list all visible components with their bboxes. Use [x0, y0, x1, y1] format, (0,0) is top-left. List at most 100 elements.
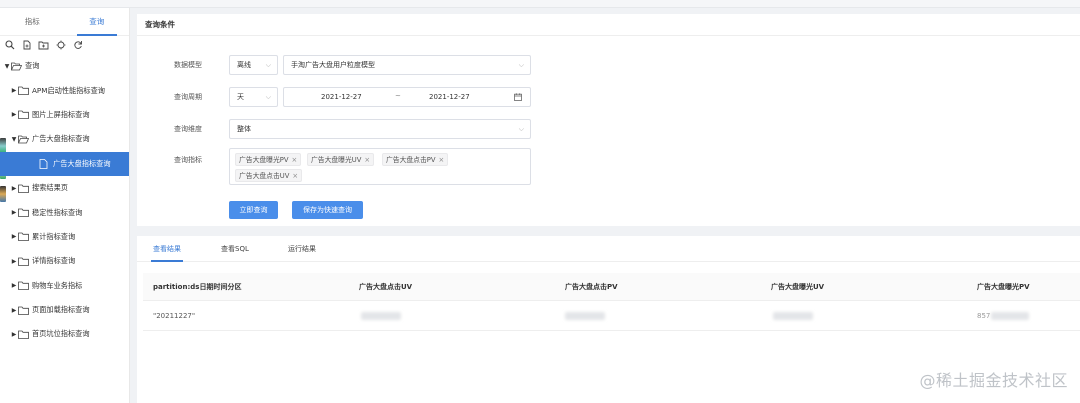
query-now-button[interactable]: 立即查询 — [229, 201, 278, 219]
tree-folder-pageload[interactable]: ▶ 页面加载指标查询 — [0, 298, 129, 322]
new-folder-icon[interactable] — [38, 40, 49, 51]
column-header: 广告大盘点击PV — [565, 283, 618, 291]
caret-right-icon[interactable]: ▶ — [10, 307, 18, 314]
close-icon[interactable]: × — [439, 156, 445, 164]
chevron-down-icon: ⌵ — [265, 93, 271, 101]
tree-folder-detail[interactable]: ▶ 详情指标查询 — [0, 249, 129, 273]
date-separator: ~ — [395, 92, 401, 100]
folder-icon — [18, 184, 29, 193]
caret-right-icon[interactable]: ▶ — [10, 331, 18, 338]
tree-label: 广告大盘指标查询 — [32, 134, 90, 144]
caret-down-icon[interactable]: ▼ — [10, 136, 18, 143]
sidebar: 指标 查询 ▼ 查询 ▶ APM启动性能指标查询 ▶ 图片上屏指标查询 ▼ 广告… — [0, 8, 130, 403]
metrics-multiselect[interactable]: 广告大盘曝光PV × 广告大盘曝光UV × 广告大盘点击PV × 广告大盘点击UV × — [229, 148, 531, 185]
chevron-down-icon: ⌵ — [518, 61, 524, 69]
tree-label: 图片上屏指标查询 — [32, 109, 90, 119]
close-icon[interactable]: × — [292, 172, 298, 180]
date-start: 2021-12-27 — [321, 93, 362, 101]
dimension-value: 整体 — [237, 125, 251, 133]
tree-label: 查询 — [25, 61, 40, 71]
tree-label: 稳定性指标查询 — [32, 207, 83, 217]
tree-file-ad-selected[interactable]: 广告大盘指标查询 — [0, 151, 129, 176]
caret-right-icon[interactable]: ▶ — [10, 87, 18, 94]
tree-folder-search[interactable]: ▶ 搜索结果页 — [0, 176, 129, 200]
model-mode-value: 离线 — [237, 61, 251, 69]
metric-tag: 广告大盘曝光UV × — [307, 153, 375, 166]
folder-open-icon — [11, 62, 22, 71]
caret-right-icon[interactable]: ▶ — [10, 185, 18, 192]
save-quick-query-button[interactable]: 保存为快速查询 — [292, 201, 363, 219]
watermark: @稀土掘金技术社区 — [919, 371, 1068, 390]
folder-open-icon — [18, 135, 29, 144]
refresh-icon[interactable] — [72, 40, 83, 51]
tree-folder-homeslot[interactable]: ▶ 首页坑位指标查询 — [0, 322, 129, 346]
column-header: 广告大盘曝光PV — [977, 283, 1030, 291]
query-tree: ▼ 查询 ▶ APM启动性能指标查询 ▶ 图片上屏指标查询 ▼ 广告大盘指标查询… — [0, 54, 129, 347]
tree-label: 页面加载指标查询 — [32, 305, 90, 315]
tree-folder-cart[interactable]: ▶ 购物车业务指标 — [0, 274, 129, 298]
partition-cell: "20211227" — [153, 312, 196, 320]
dimension-select[interactable]: 整体 ⌵ — [229, 119, 531, 139]
date-range-picker[interactable]: 2021-12-27 ~ 2021-12-27 — [283, 87, 531, 107]
table-header: partition:ds日期时间分区 广告大盘点击UV 广告大盘点击PV 广告大… — [143, 273, 1080, 301]
table-row: "20211227" 857 — [143, 301, 1080, 331]
caret-down-icon[interactable]: ▼ — [3, 63, 11, 70]
tab-view-result[interactable]: 查看结果 — [151, 236, 183, 262]
period-label: 查询周期 — [174, 93, 202, 101]
blurred-value — [361, 312, 401, 320]
period-unit-select[interactable]: 天 ⌵ — [229, 87, 278, 107]
metric-tag: 广告大盘点击PV × — [382, 153, 449, 166]
close-icon[interactable]: × — [364, 156, 370, 164]
folder-icon — [18, 306, 29, 315]
folder-icon — [18, 232, 29, 242]
folder-icon — [18, 110, 29, 120]
tree-label: 广告大盘指标查询 — [53, 158, 111, 168]
partial-value-cell: 857 — [977, 312, 991, 320]
tree-folder-apm[interactable]: ▶ APM启动性能指标查询 — [0, 78, 129, 102]
locate-icon[interactable] — [55, 40, 66, 51]
folder-icon — [18, 208, 29, 217]
folder-icon — [18, 86, 29, 95]
tree-folder-ad[interactable]: ▼ 广告大盘指标查询 — [0, 127, 129, 151]
search-icon[interactable] — [4, 40, 15, 51]
caret-right-icon[interactable]: ▶ — [10, 209, 18, 216]
tab-metrics[interactable]: 指标 — [0, 8, 65, 35]
tree-folder-stability[interactable]: ▶ 稳定性指标查询 — [0, 200, 129, 224]
dimension-label: 查询维度 — [174, 125, 202, 133]
tab-query[interactable]: 查询 — [65, 8, 130, 36]
metric-tag: 广告大盘曝光PV × — [235, 153, 302, 166]
close-icon[interactable]: × — [292, 156, 298, 164]
folder-icon — [18, 281, 29, 291]
metric-tag-label: 广告大盘曝光UV — [311, 156, 362, 164]
metric-tag: 广告大盘点击UV × — [235, 169, 303, 182]
folder-icon — [18, 330, 29, 339]
folder-icon — [18, 257, 29, 266]
new-file-icon[interactable] — [21, 40, 32, 51]
period-unit-value: 天 — [237, 93, 244, 101]
chevron-down-icon: ⌵ — [518, 125, 524, 133]
top-strip — [0, 0, 1080, 8]
tree-label: 搜索结果页 — [32, 183, 68, 193]
model-mode-select[interactable]: 离线 ⌵ — [229, 55, 278, 75]
calendar-icon[interactable] — [514, 93, 522, 103]
tree-folder-image[interactable]: ▶ 图片上屏指标查询 — [0, 103, 129, 127]
column-header: partition:ds日期时间分区 — [153, 283, 242, 291]
tab-run-result[interactable]: 运行结果 — [288, 236, 316, 262]
query-panel: 查询条件 数据模型 离线 ⌵ 手淘广告大盘用户粒度模型 ⌵ 查询周期 天 ⌵ 2… — [137, 14, 1080, 226]
tree-label: 购物车业务指标 — [32, 280, 83, 290]
metric-tag-label: 广告大盘点击PV — [386, 156, 436, 164]
column-header: 广告大盘点击UV — [359, 283, 413, 291]
tree-folder-cumulative[interactable]: ▶ 累计指标查询 — [0, 225, 129, 249]
tree-root-query[interactable]: ▼ 查询 — [0, 54, 129, 78]
caret-right-icon[interactable]: ▶ — [10, 258, 18, 265]
chevron-down-icon: ⌵ — [265, 61, 271, 69]
caret-right-icon[interactable]: ▶ — [10, 233, 18, 240]
model-select[interactable]: 手淘广告大盘用户粒度模型 ⌵ — [283, 55, 531, 75]
model-label: 数据模型 — [174, 61, 202, 69]
caret-right-icon[interactable]: ▶ — [10, 111, 18, 118]
tree-label: APM启动性能指标查询 — [32, 85, 105, 95]
tab-view-sql[interactable]: 查看SQL — [221, 236, 249, 262]
blurred-value — [565, 312, 605, 320]
panel-title: 查询条件 — [137, 14, 1080, 36]
caret-right-icon[interactable]: ▶ — [10, 282, 18, 289]
